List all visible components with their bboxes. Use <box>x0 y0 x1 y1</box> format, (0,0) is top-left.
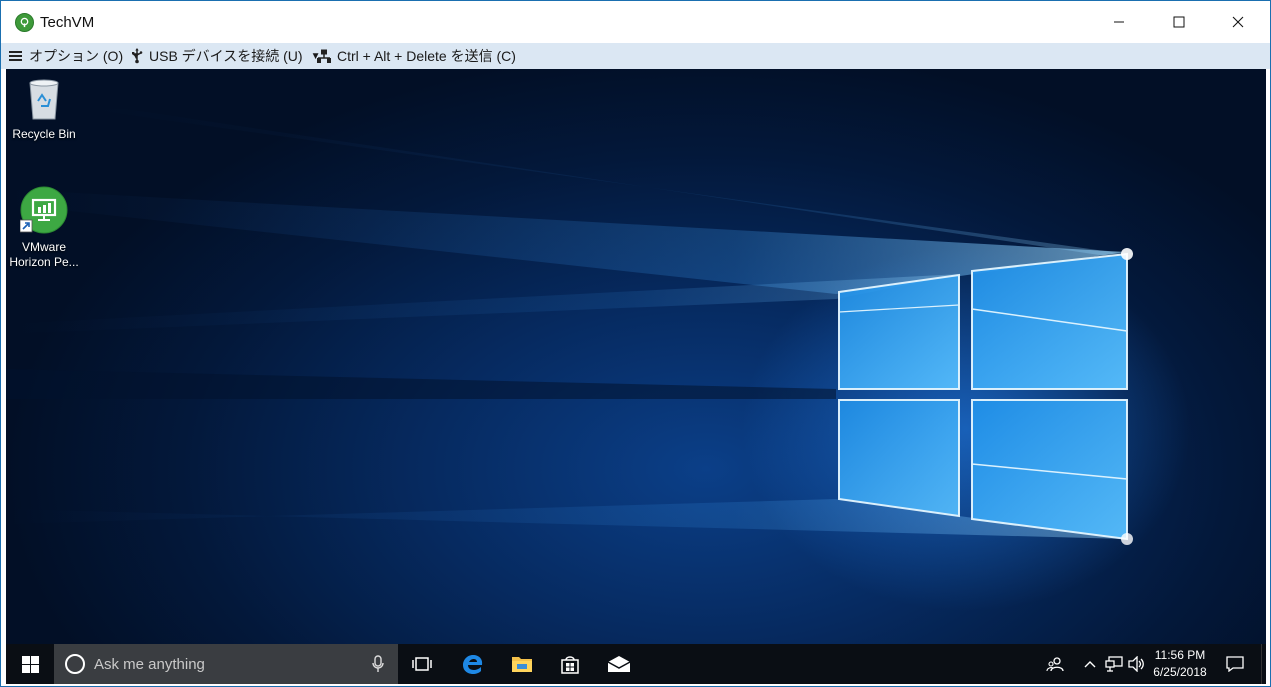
task-view-icon <box>412 657 432 671</box>
speaker-icon <box>1128 656 1144 672</box>
cortana-icon <box>65 654 85 674</box>
title-bar[interactable]: TechVM <box>1 1 1270 43</box>
vm-window: TechVM オプション (O) ▼ USB デバイスを接続 (U) ▼ Ctr… <box>0 0 1271 687</box>
maximize-button[interactable] <box>1150 1 1208 43</box>
vm-toolbar: オプション (O) ▼ USB デバイスを接続 (U) ▼ Ctrl + Alt… <box>1 43 1270 69</box>
window-title: TechVM <box>40 14 95 31</box>
desktop-icon-recycle-bin[interactable]: Recycle Bin <box>6 77 84 142</box>
vmware-horizon-label: VMware Horizon Pe... <box>9 240 79 269</box>
file-explorer-icon <box>512 657 532 672</box>
usb-icon <box>132 48 143 64</box>
start-button[interactable] <box>6 644 54 684</box>
recycle-bin-icon <box>29 79 59 120</box>
people-icon <box>1046 657 1064 672</box>
notification-icon <box>1226 656 1244 672</box>
send-ctrl-alt-delete-button[interactable]: Ctrl + Alt + Delete を送信 (C) <box>317 43 516 69</box>
desktop-icon-vmware-horizon[interactable]: VMware Horizon Pe... <box>6 186 84 270</box>
techvm-app-icon <box>15 13 34 32</box>
system-clock[interactable]: 11:56 PM 6/25/2018 <box>1146 647 1214 681</box>
edge-taskbar-button[interactable] <box>449 644 497 684</box>
windows-wallpaper <box>6 109 1133 545</box>
minimize-icon <box>1114 21 1124 23</box>
network-icon <box>1105 656 1123 672</box>
show-hidden-icons-button[interactable] <box>1080 644 1100 684</box>
taskbar: Ask me anything 11:56 PM 6/25/2018 <box>6 644 1266 684</box>
windows-logo-icon <box>21 655 39 673</box>
store-icon <box>561 656 579 674</box>
file-explorer-taskbar-button[interactable] <box>498 644 546 684</box>
action-center-button[interactable] <box>1220 644 1250 684</box>
close-button[interactable] <box>1209 1 1267 43</box>
mail-taskbar-button[interactable] <box>595 644 643 684</box>
edge-icon <box>463 655 483 674</box>
usb-label: USB デバイスを接続 (U) <box>149 48 303 64</box>
usb-connect-menu[interactable]: USB デバイスを接続 (U) ▼ <box>131 43 321 69</box>
options-label: オプション (O) <box>29 48 124 64</box>
chevron-up-icon <box>1084 661 1096 668</box>
options-menu[interactable]: オプション (O) ▼ <box>9 43 141 69</box>
network-tray-button[interactable] <box>1103 644 1125 684</box>
close-icon <box>1232 16 1244 28</box>
search-placeholder: Ask me anything <box>94 656 205 673</box>
show-desktop-button[interactable] <box>1261 644 1266 684</box>
remote-desktop-area[interactable]: Recycle Bin VMware Horizon Pe... <box>6 69 1266 644</box>
network-keyboard-icon <box>317 49 331 63</box>
mail-icon <box>607 656 631 672</box>
recycle-bin-label: Recycle Bin <box>12 127 76 141</box>
hamburger-icon <box>9 51 22 61</box>
cad-label: Ctrl + Alt + Delete を送信 (C) <box>337 48 516 64</box>
people-button[interactable] <box>1043 644 1067 684</box>
cortana-search-box[interactable]: Ask me anything <box>54 644 398 684</box>
minimize-button[interactable] <box>1090 1 1148 43</box>
volume-tray-button[interactable] <box>1126 644 1148 684</box>
clock-time: 11:56 PM <box>1154 648 1206 662</box>
vmware-horizon-icon <box>20 186 68 234</box>
store-taskbar-button[interactable] <box>546 644 594 684</box>
maximize-icon <box>1173 16 1185 28</box>
microphone-icon[interactable] <box>372 655 384 673</box>
clock-date: 6/25/2018 <box>1153 665 1207 679</box>
task-view-button[interactable] <box>398 644 446 684</box>
